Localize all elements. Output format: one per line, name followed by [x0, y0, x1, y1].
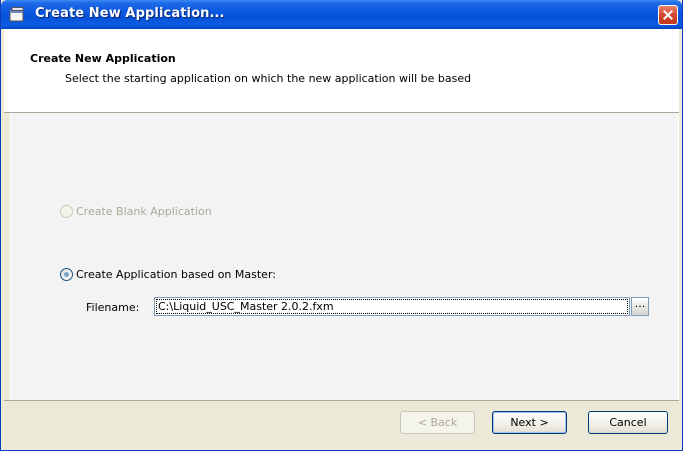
- footer-divider: [4, 400, 679, 401]
- title-bar[interactable]: Create New Application...: [1, 0, 682, 29]
- wizard-body: Create Blank Application Create Applicat…: [10, 113, 679, 400]
- dialog-window: Create New Application... Create New App…: [0, 0, 683, 451]
- page-subtitle: Select the starting application on which…: [65, 72, 472, 85]
- radio-selected-dot: [64, 272, 69, 277]
- master-application-label[interactable]: Create Application based on Master:: [76, 268, 276, 281]
- blank-application-label: Create Blank Application: [76, 205, 212, 218]
- next-button[interactable]: Next >: [492, 411, 567, 434]
- close-button[interactable]: [658, 5, 678, 25]
- dialog-client: Create New Application Select the starti…: [4, 29, 679, 448]
- filename-label: Filename:: [86, 301, 140, 314]
- option-blank-application: Create Blank Application: [60, 205, 212, 218]
- blank-application-radio: [60, 205, 73, 218]
- page-title: Create New Application: [30, 52, 176, 65]
- back-button[interactable]: < Back: [400, 411, 475, 434]
- master-application-radio[interactable]: [60, 268, 73, 281]
- window-title: Create New Application...: [35, 6, 225, 21]
- option-master-application[interactable]: Create Application based on Master:: [60, 268, 276, 281]
- filename-input[interactable]: C:\Liquid_USC_Master 2.0.2.fxm: [154, 297, 630, 316]
- cancel-button[interactable]: Cancel: [588, 411, 668, 434]
- application-window-icon: [9, 7, 24, 22]
- browse-button[interactable]: ...: [631, 297, 649, 316]
- wizard-header: Create New Application Select the starti…: [4, 29, 679, 113]
